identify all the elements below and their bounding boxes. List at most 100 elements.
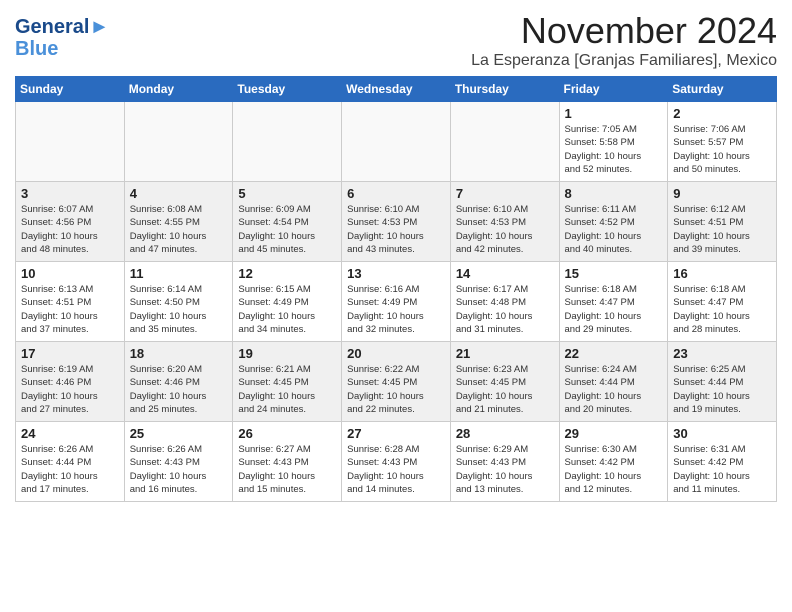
day-number: 1 [565, 106, 663, 121]
calendar-cell: 15 Sunrise: 6:18 AM Sunset: 4:47 PM Dayli… [559, 262, 668, 342]
day-info: Sunrise: 6:12 AM Sunset: 4:51 PM Dayligh… [673, 203, 771, 256]
calendar-cell: 16 Sunrise: 6:18 AM Sunset: 4:47 PM Dayli… [668, 262, 777, 342]
day-number: 10 [21, 266, 119, 281]
logo-text: General► [15, 16, 109, 38]
day-info: Sunrise: 7:05 AM Sunset: 5:58 PM Dayligh… [565, 123, 663, 176]
calendar-cell [342, 102, 451, 182]
day-info: Sunrise: 6:11 AM Sunset: 4:52 PM Dayligh… [565, 203, 663, 256]
day-number: 14 [456, 266, 554, 281]
day-info: Sunrise: 6:10 AM Sunset: 4:53 PM Dayligh… [347, 203, 445, 256]
calendar-cell: 8 Sunrise: 6:11 AM Sunset: 4:52 PM Daylig… [559, 182, 668, 262]
calendar-cell: 4 Sunrise: 6:08 AM Sunset: 4:55 PM Daylig… [124, 182, 233, 262]
day-header-sunday: Sunday [16, 77, 125, 102]
day-number: 5 [238, 186, 336, 201]
day-info: Sunrise: 6:17 AM Sunset: 4:48 PM Dayligh… [456, 283, 554, 336]
day-number: 7 [456, 186, 554, 201]
calendar-week-1: 1 Sunrise: 7:05 AM Sunset: 5:58 PM Daylig… [16, 102, 777, 182]
day-number: 29 [565, 426, 663, 441]
calendar-cell: 5 Sunrise: 6:09 AM Sunset: 4:54 PM Daylig… [233, 182, 342, 262]
day-number: 3 [21, 186, 119, 201]
day-number: 9 [673, 186, 771, 201]
day-number: 27 [347, 426, 445, 441]
calendar-cell: 19Sunrise: 6:21 AM Sunset: 4:45 PM Dayli… [233, 342, 342, 422]
day-info: Sunrise: 6:14 AM Sunset: 4:50 PM Dayligh… [130, 283, 228, 336]
day-number: 23 [673, 346, 771, 361]
day-number: 8 [565, 186, 663, 201]
calendar-table: SundayMondayTuesdayWednesdayThursdayFrid… [15, 76, 777, 502]
day-info: Sunrise: 6:24 AM Sunset: 4:44 PM Dayligh… [565, 363, 663, 416]
day-number: 15 [565, 266, 663, 281]
day-number: 13 [347, 266, 445, 281]
logo: General► Blue [15, 16, 109, 60]
calendar-week-2: 3 Sunrise: 6:07 AM Sunset: 4:56 PM Daylig… [16, 182, 777, 262]
day-number: 19 [238, 346, 336, 361]
calendar-cell: 2 Sunrise: 7:06 AM Sunset: 5:57 PM Daylig… [668, 102, 777, 182]
calendar-cell: 11 Sunrise: 6:14 AM Sunset: 4:50 PM Dayli… [124, 262, 233, 342]
day-number: 2 [673, 106, 771, 121]
calendar-cell: 9 Sunrise: 6:12 AM Sunset: 4:51 PM Daylig… [668, 182, 777, 262]
day-info: Sunrise: 6:09 AM Sunset: 4:54 PM Dayligh… [238, 203, 336, 256]
calendar-cell [233, 102, 342, 182]
day-info: Sunrise: 6:15 AM Sunset: 4:49 PM Dayligh… [238, 283, 336, 336]
day-header-friday: Friday [559, 77, 668, 102]
day-info: Sunrise: 6:22 AM Sunset: 4:45 PM Dayligh… [347, 363, 445, 416]
day-info: Sunrise: 6:13 AM Sunset: 4:51 PM Dayligh… [21, 283, 119, 336]
day-info: Sunrise: 6:31 AM Sunset: 4:42 PM Dayligh… [673, 443, 771, 496]
calendar-week-3: 10 Sunrise: 6:13 AM Sunset: 4:51 PM Dayli… [16, 262, 777, 342]
day-number: 28 [456, 426, 554, 441]
calendar-cell: 23 Sunrise: 6:25 AM Sunset: 4:44 PM Dayli… [668, 342, 777, 422]
calendar-cell: 27 Sunrise: 6:28 AM Sunset: 4:43 PM Dayli… [342, 422, 451, 502]
day-number: 30 [673, 426, 771, 441]
day-info: Sunrise: 6:16 AM Sunset: 4:49 PM Dayligh… [347, 283, 445, 336]
title-section: November 2024 La Esperanza [Granjas Fami… [471, 10, 777, 70]
day-info: Sunrise: 6:08 AM Sunset: 4:55 PM Dayligh… [130, 203, 228, 256]
day-info: Sunrise: 6:26 AM Sunset: 4:44 PM Dayligh… [21, 443, 119, 496]
calendar-cell: 30 Sunrise: 6:31 AM Sunset: 4:42 PM Dayli… [668, 422, 777, 502]
page-header: General► Blue November 2024 La Esperanza… [15, 10, 777, 70]
day-number: 16 [673, 266, 771, 281]
day-info: Sunrise: 7:06 AM Sunset: 5:57 PM Dayligh… [673, 123, 771, 176]
day-number: 11 [130, 266, 228, 281]
day-info: Sunrise: 6:30 AM Sunset: 4:42 PM Dayligh… [565, 443, 663, 496]
calendar-header-row: SundayMondayTuesdayWednesdayThursdayFrid… [16, 77, 777, 102]
calendar-week-4: 17 Sunrise: 6:19 AM Sunset: 4:46 PM Dayli… [16, 342, 777, 422]
day-info: Sunrise: 6:25 AM Sunset: 4:44 PM Dayligh… [673, 363, 771, 416]
day-info: Sunrise: 6:07 AM Sunset: 4:56 PM Dayligh… [21, 203, 119, 256]
day-info: Sunrise: 6:20 AM Sunset: 4:46 PM Dayligh… [130, 363, 228, 416]
day-info: Sunrise: 6:28 AM Sunset: 4:43 PM Dayligh… [347, 443, 445, 496]
day-header-monday: Monday [124, 77, 233, 102]
calendar-cell: 29 Sunrise: 6:30 AM Sunset: 4:42 PM Dayli… [559, 422, 668, 502]
calendar-cell: 7Sunrise: 6:10 AM Sunset: 4:53 PM Daylig… [450, 182, 559, 262]
calendar-cell: 10 Sunrise: 6:13 AM Sunset: 4:51 PM Dayli… [16, 262, 125, 342]
day-number: 26 [238, 426, 336, 441]
calendar-cell: 20 Sunrise: 6:22 AM Sunset: 4:45 PM Dayli… [342, 342, 451, 422]
day-number: 4 [130, 186, 228, 201]
day-number: 24 [21, 426, 119, 441]
calendar-cell: 13 Sunrise: 6:16 AM Sunset: 4:49 PM Dayli… [342, 262, 451, 342]
location-title: La Esperanza [Granjas Familiares], Mexic… [471, 52, 777, 70]
calendar-cell [124, 102, 233, 182]
day-number: 21 [456, 346, 554, 361]
day-info: Sunrise: 6:19 AM Sunset: 4:46 PM Dayligh… [21, 363, 119, 416]
logo-blue: Blue [15, 38, 109, 60]
day-number: 17 [21, 346, 119, 361]
calendar-cell: 24 Sunrise: 6:26 AM Sunset: 4:44 PM Dayli… [16, 422, 125, 502]
calendar-week-5: 24 Sunrise: 6:26 AM Sunset: 4:44 PM Dayli… [16, 422, 777, 502]
calendar-cell: 1 Sunrise: 7:05 AM Sunset: 5:58 PM Daylig… [559, 102, 668, 182]
day-header-tuesday: Tuesday [233, 77, 342, 102]
day-header-wednesday: Wednesday [342, 77, 451, 102]
calendar-cell: 25 Sunrise: 6:26 AM Sunset: 4:43 PM Dayli… [124, 422, 233, 502]
calendar-cell [16, 102, 125, 182]
day-info: Sunrise: 6:29 AM Sunset: 4:43 PM Dayligh… [456, 443, 554, 496]
day-info: Sunrise: 6:23 AM Sunset: 4:45 PM Dayligh… [456, 363, 554, 416]
day-info: Sunrise: 6:27 AM Sunset: 4:43 PM Dayligh… [238, 443, 336, 496]
day-number: 20 [347, 346, 445, 361]
day-number: 6 [347, 186, 445, 201]
day-info: Sunrise: 6:26 AM Sunset: 4:43 PM Dayligh… [130, 443, 228, 496]
calendar-cell: 26 Sunrise: 6:27 AM Sunset: 4:43 PM Dayli… [233, 422, 342, 502]
day-number: 22 [565, 346, 663, 361]
day-info: Sunrise: 6:18 AM Sunset: 4:47 PM Dayligh… [673, 283, 771, 336]
calendar-cell: 6 Sunrise: 6:10 AM Sunset: 4:53 PM Daylig… [342, 182, 451, 262]
day-number: 25 [130, 426, 228, 441]
day-info: Sunrise: 6:18 AM Sunset: 4:47 PM Dayligh… [565, 283, 663, 336]
